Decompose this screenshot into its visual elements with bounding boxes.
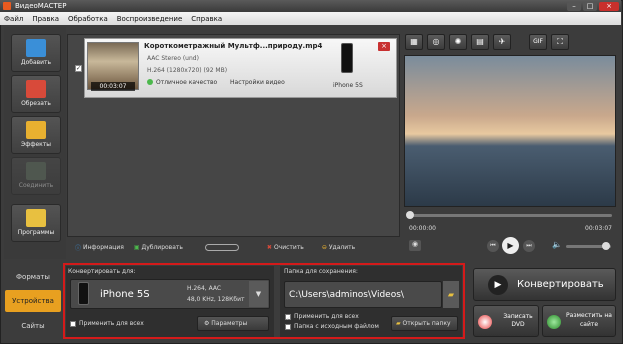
join-button[interactable]: Соединить bbox=[11, 157, 61, 195]
burn-dvd-button[interactable]: Записать DVD bbox=[473, 305, 539, 337]
delete-icon: ⊖ bbox=[321, 243, 327, 251]
menu-edit[interactable]: Правка bbox=[32, 15, 59, 23]
fullscreen-icon[interactable]: ⛶ bbox=[551, 34, 569, 50]
menu-processing[interactable]: Обработка bbox=[68, 15, 108, 23]
seek-bar[interactable] bbox=[409, 214, 612, 217]
menu-file[interactable]: Файл bbox=[4, 15, 23, 23]
delete-button[interactable]: Удалить bbox=[329, 244, 355, 251]
maximize-button[interactable]: □ bbox=[583, 1, 597, 11]
menu-bar: Файл Правка Обработка Воспроизведение Сп… bbox=[0, 12, 621, 25]
info-icon: ⓘ bbox=[75, 244, 82, 252]
preview-toolbar: ▦ ◎ ✺ ▤ ✈ GIF ⛶ bbox=[405, 34, 573, 52]
file-name: Короткометражный Мультф...природу.mp4 bbox=[144, 42, 323, 50]
prev-icon[interactable]: ⏮ bbox=[487, 240, 499, 252]
file-duration: 00:03:07 bbox=[91, 82, 135, 91]
brightness-icon[interactable]: ✺ bbox=[449, 34, 467, 50]
info-button[interactable]: Информация bbox=[83, 244, 124, 251]
programs-label: Программы bbox=[17, 229, 55, 236]
seek-handle[interactable] bbox=[406, 211, 414, 219]
app-icon bbox=[3, 2, 11, 10]
menu-help[interactable]: Справка bbox=[191, 15, 222, 23]
globe-icon bbox=[547, 315, 561, 329]
film-effects-icon[interactable]: ▤ bbox=[471, 34, 489, 50]
video-preview bbox=[404, 55, 616, 207]
next-icon[interactable]: ⏭ bbox=[523, 240, 535, 252]
file-device-label: iPhone 5S bbox=[333, 82, 363, 89]
publish-label: Разместить на сайте bbox=[566, 312, 612, 328]
settings-highlight bbox=[63, 263, 465, 339]
file-video: H.264 (1280x720) (92 MB) bbox=[147, 67, 228, 74]
add-icon bbox=[26, 39, 46, 57]
join-label: Соединить bbox=[18, 182, 54, 189]
time-total: 00:03:07 bbox=[585, 225, 612, 232]
rotate-icon[interactable]: ◎ bbox=[427, 34, 445, 50]
tab-devices[interactable]: Устройства bbox=[5, 290, 61, 312]
join-icon bbox=[26, 162, 46, 180]
phone-icon bbox=[341, 43, 353, 73]
clear-icon: ✖ bbox=[266, 243, 272, 251]
video-settings-link[interactable]: Настройки видео bbox=[230, 79, 285, 86]
add-button[interactable]: Добавить bbox=[11, 34, 61, 72]
file-audio: AAC Stereo (und) bbox=[147, 55, 199, 62]
speed-icon[interactable]: ✈ bbox=[493, 34, 511, 50]
scissors-icon bbox=[26, 80, 46, 98]
play-button[interactable]: ▶ bbox=[502, 237, 519, 254]
convert-button-label: Конвертировать bbox=[517, 279, 604, 290]
convert-button[interactable]: ▶ Конвертировать bbox=[473, 268, 616, 301]
crop-icon[interactable]: ▦ bbox=[405, 34, 423, 50]
trim-label: Обрезать bbox=[21, 100, 51, 107]
file-checkbox[interactable]: ✓ bbox=[75, 65, 82, 72]
time-current: 00:00:00 bbox=[409, 225, 436, 232]
effects-icon bbox=[26, 121, 46, 139]
add-label: Добавить bbox=[20, 59, 52, 66]
effects-label: Эффекты bbox=[21, 141, 51, 148]
view-toggle[interactable] bbox=[204, 243, 239, 251]
trim-button[interactable]: Обрезать bbox=[11, 75, 61, 113]
volume-handle[interactable] bbox=[602, 242, 610, 250]
gif-icon[interactable]: GIF bbox=[529, 34, 547, 50]
clear-button[interactable]: Очистить bbox=[274, 244, 304, 251]
tab-formats[interactable]: Форматы bbox=[5, 266, 61, 288]
tab-sites[interactable]: Сайты bbox=[5, 315, 61, 337]
effects-button[interactable]: Эффекты bbox=[11, 116, 61, 154]
volume-icon[interactable]: 🔈 bbox=[552, 240, 562, 249]
snapshot-icon[interactable]: ◉ bbox=[409, 240, 421, 251]
menu-playback[interactable]: Воспроизведение bbox=[117, 15, 183, 23]
file-toolbar: ⓘ Информация ▣ Дублировать ✖ Очистить ⊖ … bbox=[67, 238, 400, 256]
publish-button[interactable]: Разместить на сайте bbox=[542, 305, 616, 337]
quality-label: Отличное качество bbox=[156, 79, 218, 86]
close-button[interactable]: × bbox=[599, 1, 619, 11]
minimize-button[interactable]: – bbox=[567, 1, 581, 11]
duplicate-icon: ▣ bbox=[133, 243, 140, 251]
sidebar: Добавить Обрезать Эффекты Соединить Прог… bbox=[4, 27, 66, 259]
remove-file-icon[interactable]: × bbox=[378, 42, 390, 51]
dvd-icon bbox=[478, 315, 492, 329]
programs-button[interactable]: Программы bbox=[11, 204, 61, 242]
title-bar: ВидеоМАСТЕР – □ × bbox=[0, 0, 621, 12]
programs-icon bbox=[26, 209, 46, 227]
duplicate-button[interactable]: Дублировать bbox=[142, 244, 183, 251]
convert-icon: ▶ bbox=[488, 274, 508, 295]
window-title: ВидеоМАСТЕР bbox=[15, 2, 67, 10]
burn-dvd-label: Записать DVD bbox=[503, 313, 533, 328]
quality-indicator-icon bbox=[147, 79, 153, 85]
